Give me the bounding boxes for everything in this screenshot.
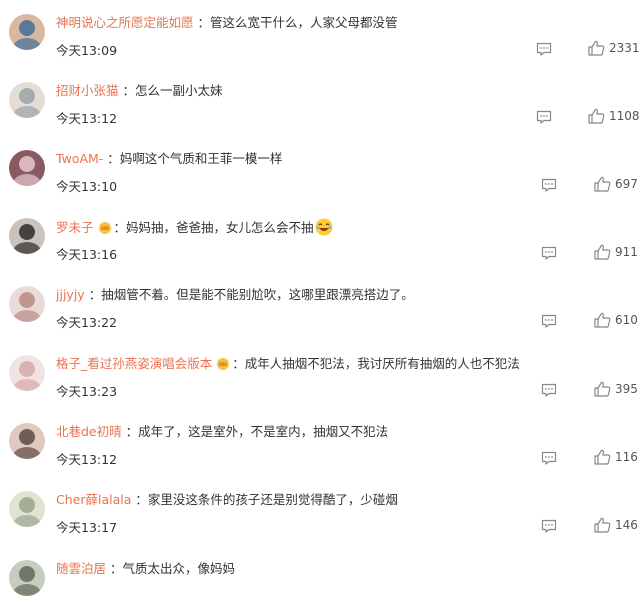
comment-text: 怎么一副小太妹 bbox=[135, 83, 223, 98]
comment-text: 抽烟管不着。但是能不能别尬吹，这哪里跟漂亮搭边了。 bbox=[101, 287, 414, 302]
comment-item: TwoAM- ：妈啊这个气质和王菲一模一样 今天13:10 697 bbox=[0, 136, 640, 204]
thumbs-up-icon bbox=[594, 381, 611, 397]
like-count: 610 bbox=[615, 313, 638, 327]
username-link[interactable]: 罗未子 bbox=[56, 220, 94, 235]
thumbs-up-icon bbox=[594, 517, 611, 533]
comment-text: 妈妈抽，爸爸抽，女儿怎么会不抽 bbox=[126, 220, 314, 235]
comment-line: 格子_看过孙燕姿演唱会版本 ：成年人抽烟不犯法，我讨厌所有抽烟的人也不犯法 bbox=[56, 355, 520, 373]
comment-icon[interactable] bbox=[541, 177, 557, 192]
like-count: 395 bbox=[615, 382, 638, 396]
comment-text: 气质太出众，像妈妈 bbox=[122, 561, 236, 576]
thumbs-up-icon bbox=[594, 176, 611, 192]
thumbs-up-icon bbox=[594, 449, 611, 465]
separator: ： bbox=[122, 83, 136, 98]
separator: ： bbox=[197, 15, 211, 30]
avatar[interactable] bbox=[9, 491, 45, 527]
like-count: 146 bbox=[615, 518, 638, 532]
avatar[interactable] bbox=[9, 14, 45, 50]
comment-icon[interactable] bbox=[536, 41, 552, 56]
comment-line: Cher薛lalala ：家里没这条件的孩子还是别觉得酷了，少碰烟 bbox=[56, 491, 398, 509]
avatar[interactable] bbox=[9, 82, 45, 118]
comment-icon[interactable] bbox=[541, 382, 557, 397]
avatar[interactable] bbox=[9, 423, 45, 459]
username-link[interactable]: Cher薛lalala bbox=[56, 492, 131, 507]
comment-item: 随雲泊居 ：气质太出众，像妈妈 bbox=[0, 546, 640, 614]
comment-text: 管这么宽干什么，人家父母都没管 bbox=[210, 15, 398, 30]
comment-line: TwoAM- ：妈啊这个气质和王菲一模一样 bbox=[56, 150, 282, 168]
comment-time: 今天13:16 bbox=[56, 247, 118, 262]
comment-text: 成年人抽烟不犯法，我讨厌所有抽烟的人也不犯法 bbox=[244, 356, 520, 371]
separator: ： bbox=[110, 561, 123, 576]
comment-item: Cher薛lalala ：家里没这条件的孩子还是别觉得酷了，少碰烟 今天13:17 … bbox=[0, 477, 640, 545]
avatar[interactable] bbox=[9, 355, 45, 391]
username-link[interactable]: jjjyjy bbox=[56, 287, 85, 302]
comment-line: 神明说心之所愿定能如愿 ：管这么宽干什么，人家父母都没管 bbox=[56, 14, 398, 32]
comment-icon[interactable] bbox=[541, 450, 557, 465]
username-link[interactable]: TwoAM- bbox=[56, 151, 103, 166]
thumbs-up-icon bbox=[594, 312, 611, 328]
comment-time: 今天13:10 bbox=[56, 179, 118, 194]
comment-item: 罗未子 ：妈妈抽，爸爸抽，女儿怎么会不抽 今天13:16 911 bbox=[0, 204, 640, 272]
avatar[interactable] bbox=[9, 150, 45, 186]
username-link[interactable]: 随雲泊居 bbox=[56, 561, 106, 576]
comment-icon[interactable] bbox=[541, 313, 557, 328]
comment-item: 招财小张猫 ：怎么一副小太妹 今天13:12 1108 bbox=[0, 68, 640, 136]
comment-item: jjjyjy ：抽烟管不着。但是能不能别尬吹，这哪里跟漂亮搭边了。 今天13:22 … bbox=[0, 272, 640, 340]
thumbs-up-icon bbox=[588, 40, 605, 56]
comment-time: 今天13:12 bbox=[56, 452, 118, 467]
like-count: 116 bbox=[615, 450, 638, 464]
comment-line: 随雲泊居 ：气质太出众，像妈妈 bbox=[56, 560, 235, 578]
comment-time: 今天13:12 bbox=[56, 111, 118, 126]
separator: ： bbox=[135, 492, 148, 507]
comment-icon[interactable] bbox=[541, 518, 557, 533]
crown-badge-icon bbox=[216, 357, 230, 370]
username-link[interactable]: 神明说心之所愿定能如愿 bbox=[56, 15, 194, 30]
separator: ： bbox=[113, 220, 127, 235]
like-count: 1108 bbox=[609, 109, 640, 123]
thumbs-up-icon bbox=[588, 108, 605, 124]
comment-time: 今天13:09 bbox=[56, 43, 118, 58]
comment-item: 格子_看过孙燕姿演唱会版本 ：成年人抽烟不犯法，我讨厌所有抽烟的人也不犯法 今天1… bbox=[0, 341, 640, 409]
comment-icon[interactable] bbox=[541, 245, 557, 260]
comment-item: 北巷de初晴 ：成年了，这是室外，不是室内，抽烟又不犯法 今天13:12 116 bbox=[0, 409, 640, 477]
laughing-emoji-icon bbox=[315, 218, 333, 236]
comment-time: 今天13:17 bbox=[56, 520, 118, 535]
separator: ： bbox=[88, 287, 102, 302]
username-link[interactable]: 格子_看过孙燕姿演唱会版本 bbox=[56, 356, 212, 371]
avatar[interactable] bbox=[9, 560, 45, 596]
crown-badge-icon bbox=[98, 221, 112, 234]
avatar[interactable] bbox=[9, 218, 45, 254]
comment-text: 成年了，这是室外，不是室内，抽烟又不犯法 bbox=[138, 424, 389, 439]
avatar[interactable] bbox=[9, 286, 45, 322]
comment-icon[interactable] bbox=[536, 109, 552, 124]
like-count: 911 bbox=[615, 245, 638, 259]
thumbs-up-icon bbox=[594, 244, 611, 260]
comment-line: 罗未子 ：妈妈抽，爸爸抽，女儿怎么会不抽 bbox=[56, 218, 333, 237]
separator: ： bbox=[232, 356, 245, 371]
separator: ： bbox=[107, 151, 120, 166]
separator: ： bbox=[125, 424, 139, 439]
like-count: 697 bbox=[615, 177, 638, 191]
comment-line: 招财小张猫 ：怎么一副小太妹 bbox=[56, 82, 223, 100]
like-count: 2331 bbox=[609, 41, 640, 55]
username-link[interactable]: 北巷de初晴 bbox=[56, 424, 122, 439]
username-link[interactable]: 招财小张猫 bbox=[56, 83, 119, 98]
comment-line: jjjyjy ：抽烟管不着。但是能不能别尬吹，这哪里跟漂亮搭边了。 bbox=[56, 286, 414, 304]
comment-text: 家里没这条件的孩子还是别觉得酷了，少碰烟 bbox=[147, 492, 398, 507]
comment-line: 北巷de初晴 ：成年了，这是室外，不是室内，抽烟又不犯法 bbox=[56, 423, 388, 441]
comment-time: 今天13:23 bbox=[56, 384, 118, 399]
comment-time: 今天13:22 bbox=[56, 315, 118, 330]
comment-item: 神明说心之所愿定能如愿 ：管这么宽干什么，人家父母都没管 今天13:09 2331 bbox=[0, 0, 640, 68]
comment-text: 妈啊这个气质和王菲一模一样 bbox=[119, 151, 283, 166]
